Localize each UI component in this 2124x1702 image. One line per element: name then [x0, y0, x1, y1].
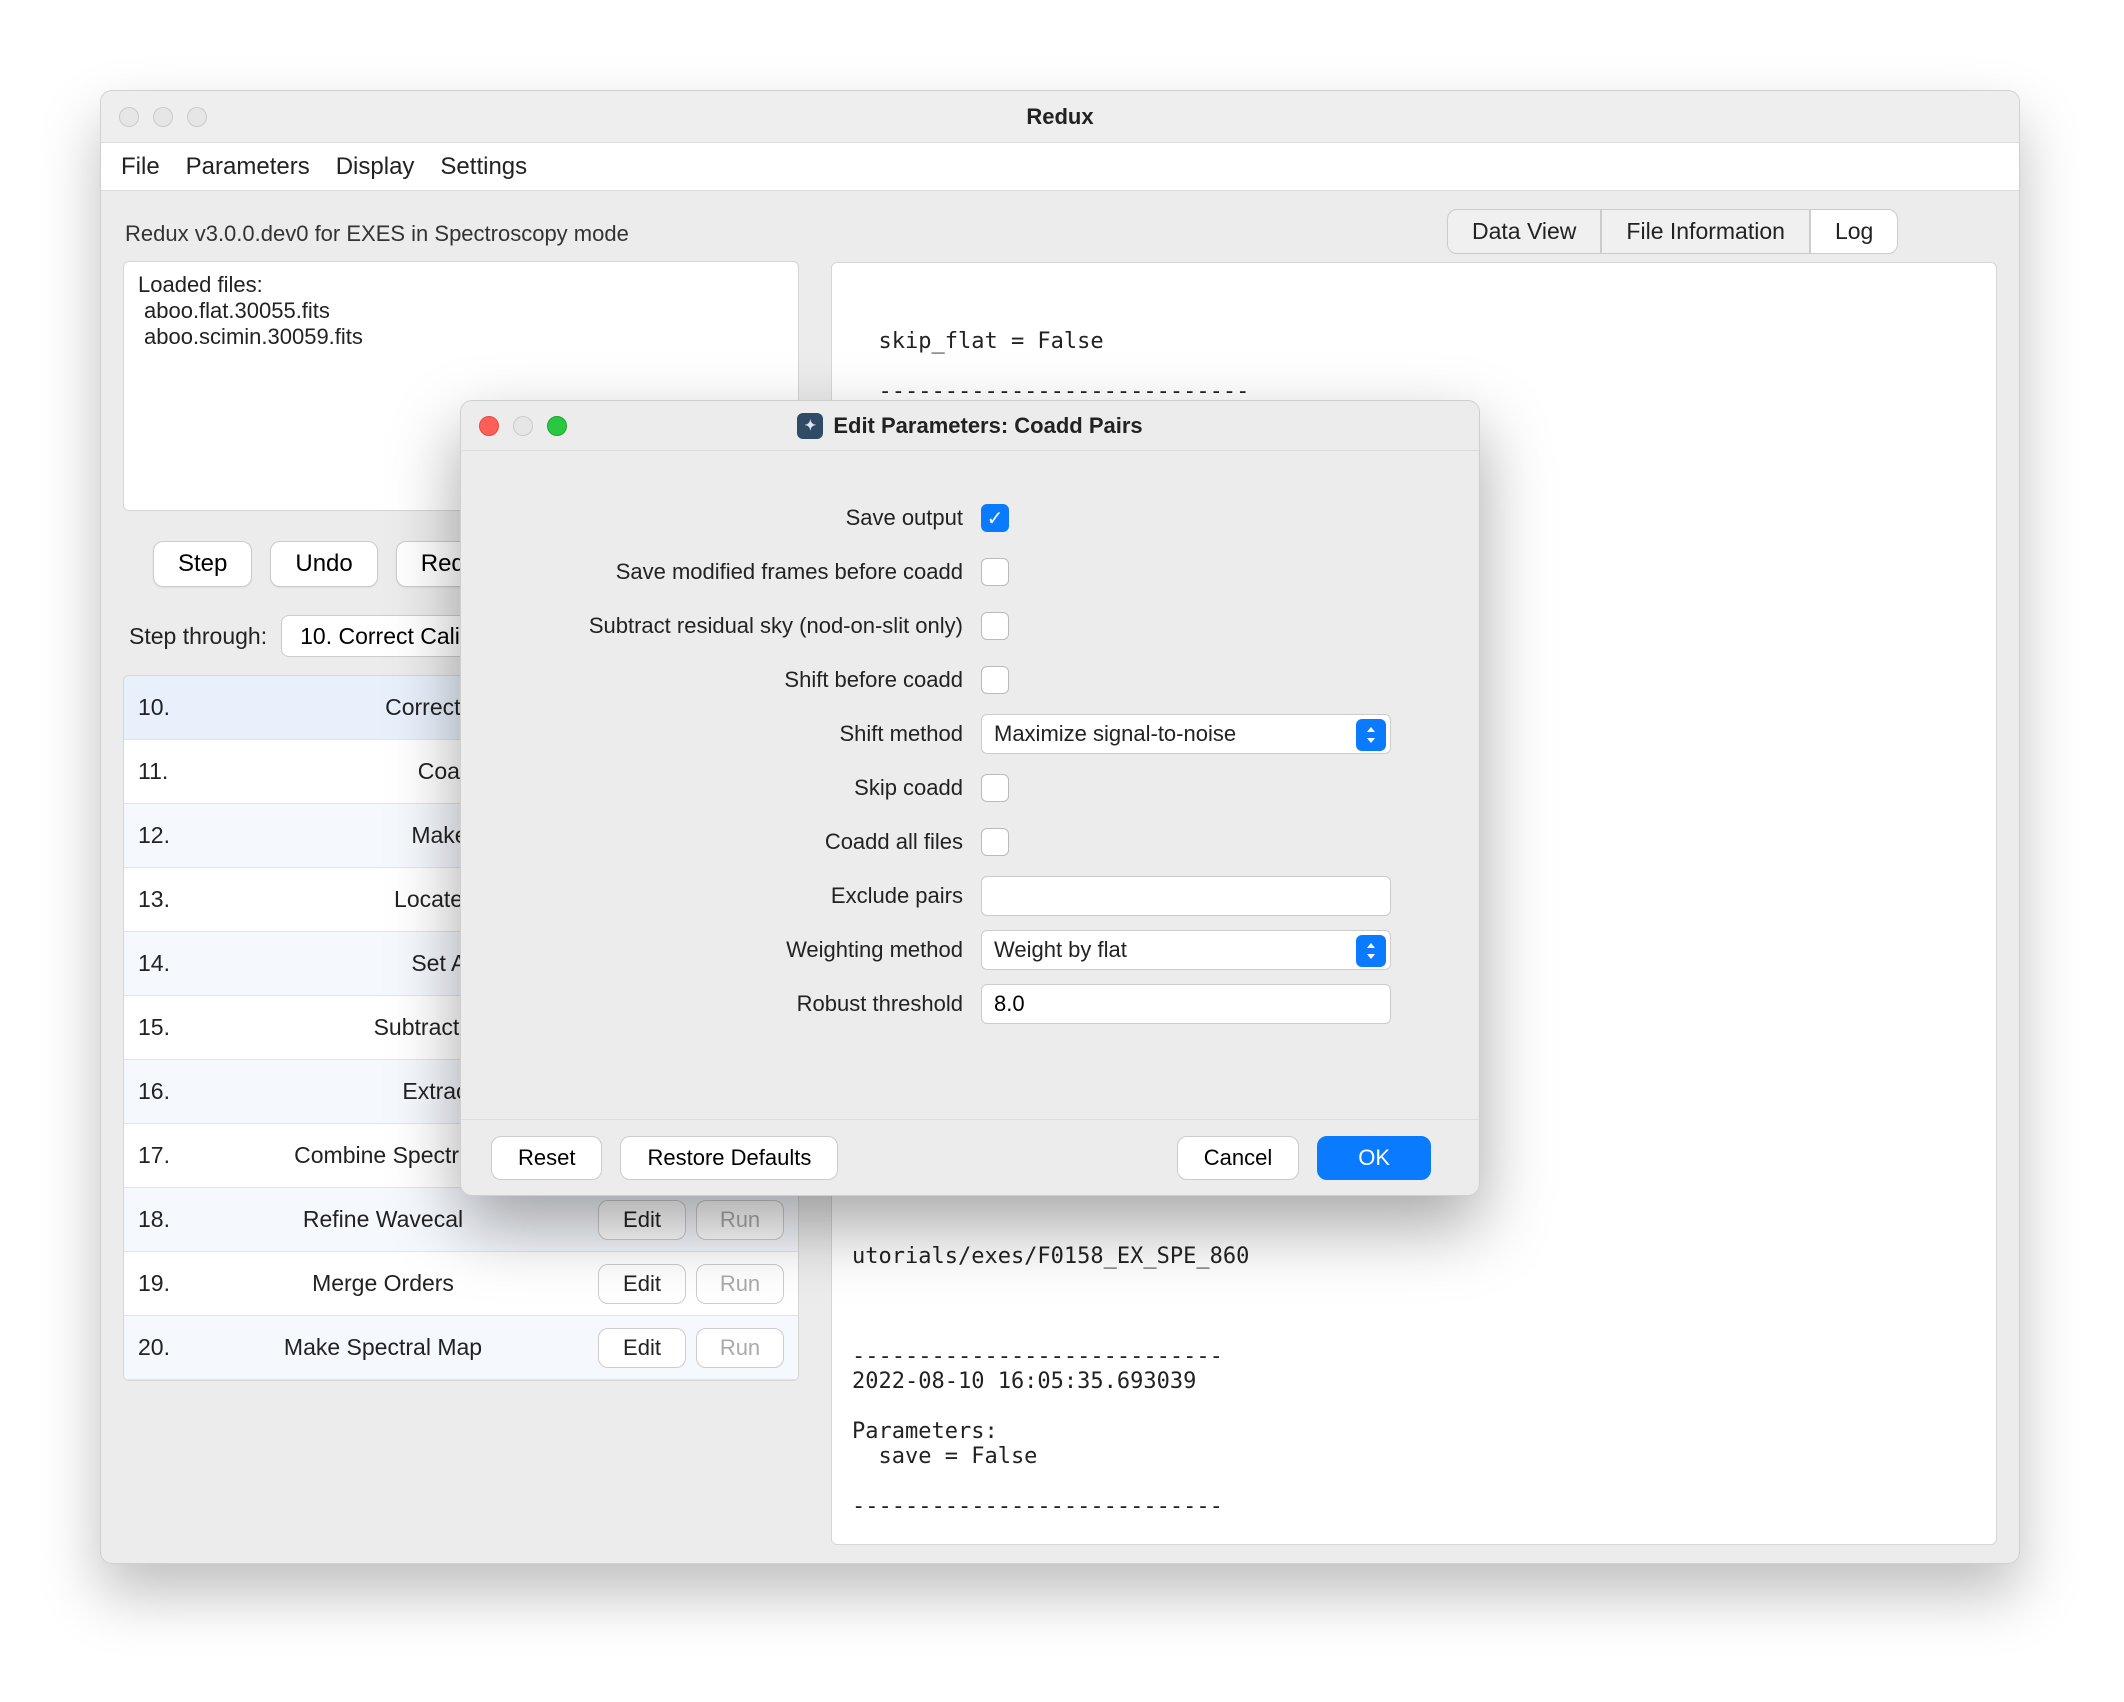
step-number: 12.: [138, 822, 198, 849]
tab-data-view[interactable]: Data View: [1447, 209, 1601, 254]
edit-button[interactable]: Edit: [598, 1328, 686, 1368]
skip-coadd-checkbox[interactable]: [981, 774, 1009, 802]
edit-button[interactable]: Edit: [598, 1264, 686, 1304]
robust-label: Robust threshold: [501, 991, 981, 1017]
step-number: 19.: [138, 1270, 198, 1297]
shift-method-label: Shift method: [501, 721, 981, 747]
menu-parameters[interactable]: Parameters: [186, 153, 310, 181]
dialog-title: ✦ Edit Parameters: Coadd Pairs: [461, 413, 1479, 439]
undo-button[interactable]: Undo: [270, 541, 377, 587]
menu-display[interactable]: Display: [336, 153, 415, 181]
step-button[interactable]: Step: [153, 541, 252, 587]
ok-button[interactable]: OK: [1317, 1136, 1431, 1180]
titlebar: Redux: [101, 91, 2019, 143]
menu-file[interactable]: File: [121, 153, 160, 181]
step-number: 13.: [138, 886, 198, 913]
coadd-all-checkbox[interactable]: [981, 828, 1009, 856]
shift-method-select[interactable]: Maximize signal-to-noise: [981, 714, 1391, 754]
step-name: Refine Wavecal: [198, 1206, 588, 1233]
save-modified-checkbox[interactable]: [981, 558, 1009, 586]
weighting-select[interactable]: Weight by flat: [981, 930, 1391, 970]
loaded-files-header: Loaded files:: [138, 272, 784, 298]
run-button[interactable]: Run: [696, 1328, 784, 1368]
coadd-all-label: Coadd all files: [501, 829, 981, 855]
exclude-pairs-label: Exclude pairs: [501, 883, 981, 909]
save-modified-label: Save modified frames before coadd: [501, 559, 981, 585]
step-name: Make Spectral Map: [198, 1334, 588, 1361]
step-number: 18.: [138, 1206, 198, 1233]
step-through-label: Step through:: [129, 623, 267, 650]
chevron-updown-icon: [1356, 719, 1386, 751]
cancel-button[interactable]: Cancel: [1177, 1136, 1299, 1180]
shift-before-label: Shift before coadd: [501, 667, 981, 693]
tab-file-information[interactable]: File Information: [1601, 209, 1810, 254]
chevron-updown-icon: [1356, 935, 1386, 967]
save-output-label: Save output: [501, 505, 981, 531]
robust-input[interactable]: [981, 984, 1391, 1024]
edit-button[interactable]: Edit: [598, 1200, 686, 1240]
subtract-sky-checkbox[interactable]: [981, 612, 1009, 640]
step-row[interactable]: 20.Make Spectral Map EditRun: [124, 1316, 798, 1380]
edit-parameters-dialog: ✦ Edit Parameters: Coadd Pairs Save outp…: [460, 400, 1480, 1196]
run-button[interactable]: Run: [696, 1264, 784, 1304]
exclude-pairs-input[interactable]: [981, 876, 1391, 916]
save-output-checkbox[interactable]: ✓: [981, 504, 1009, 532]
weighting-label: Weighting method: [501, 937, 981, 963]
step-row[interactable]: 18.Refine Wavecal EditRun: [124, 1188, 798, 1252]
step-number: 16.: [138, 1078, 198, 1105]
log-bottom: utorials/exes/F0158_EX_SPE_860 ---------…: [852, 1244, 1976, 1545]
restore-defaults-button[interactable]: Restore Defaults: [620, 1136, 838, 1180]
reset-button[interactable]: Reset: [491, 1136, 602, 1180]
loaded-file: aboo.flat.30055.fits: [144, 298, 784, 324]
run-button[interactable]: Run: [696, 1200, 784, 1240]
step-number: 14.: [138, 950, 198, 977]
shift-before-checkbox[interactable]: [981, 666, 1009, 694]
app-icon: ✦: [797, 413, 823, 439]
step-number: 10.: [138, 694, 198, 721]
loaded-file: aboo.scimin.30059.fits: [144, 324, 784, 350]
step-name: Merge Orders: [198, 1270, 588, 1297]
step-number: 11.: [138, 758, 198, 785]
status-text: Redux v3.0.0.dev0 for EXES in Spectrosco…: [125, 221, 799, 247]
skip-coadd-label: Skip coadd: [501, 775, 981, 801]
window-title: Redux: [101, 104, 2019, 130]
tab-log[interactable]: Log: [1810, 209, 1898, 254]
menu-settings[interactable]: Settings: [440, 153, 527, 181]
log-top: skip_flat = False ----------------------…: [852, 329, 1976, 404]
subtract-sky-label: Subtract residual sky (nod-on-slit only): [501, 613, 981, 639]
step-number: 17.: [138, 1142, 198, 1169]
step-row[interactable]: 19.Merge Orders EditRun: [124, 1252, 798, 1316]
menubar: File Parameters Display Settings: [101, 143, 2019, 191]
step-number: 20.: [138, 1334, 198, 1361]
step-number: 15.: [138, 1014, 198, 1041]
